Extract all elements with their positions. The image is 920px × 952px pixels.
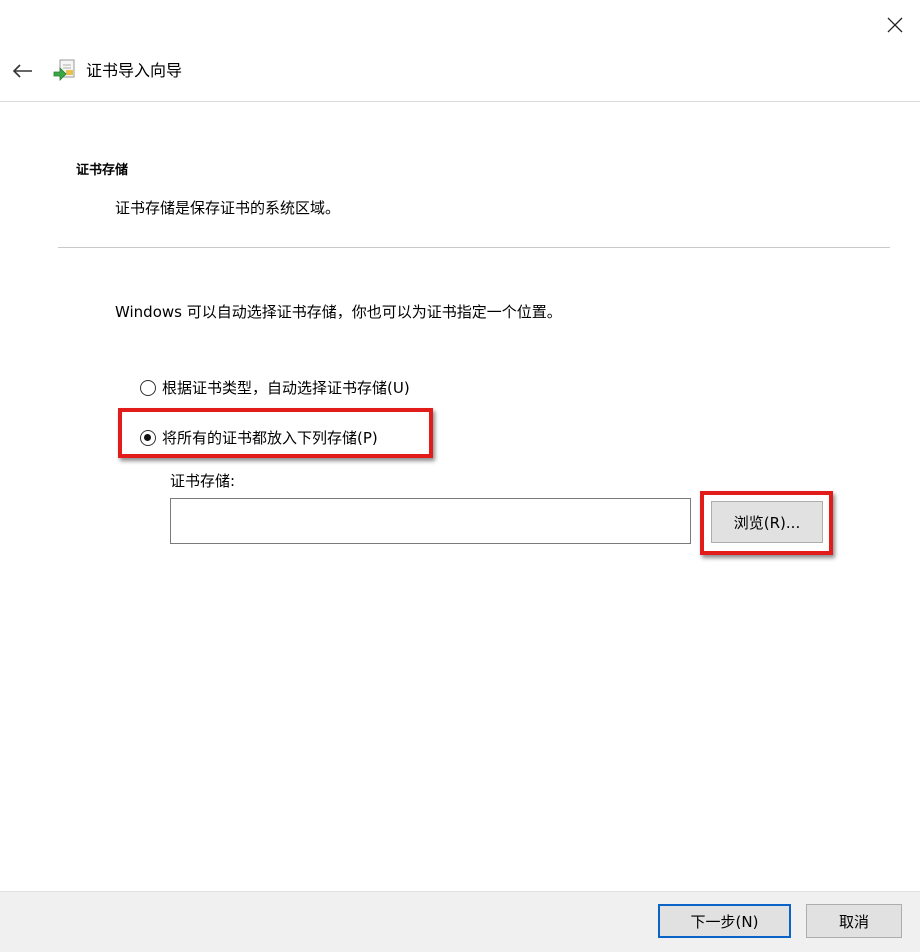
certificate-wizard-icon (52, 57, 78, 83)
back-button[interactable] (8, 56, 38, 86)
title-divider (0, 101, 920, 102)
store-field-label: 证书存储: (170, 472, 236, 490)
highlight-box-radio (118, 408, 433, 458)
section-description: 证书存储是保存证书的系统区域。 (115, 199, 341, 217)
back-arrow-icon (12, 64, 32, 78)
next-button[interactable]: 下一步(N) (658, 904, 791, 938)
window-title: 证书导入向导 (86, 61, 183, 80)
radio-label: 根据证书类型，自动选择证书存储(U) (162, 379, 410, 397)
radio-auto-select-store[interactable]: 根据证书类型，自动选择证书存储(U) (140, 377, 410, 399)
cancel-button[interactable]: 取消 (806, 904, 902, 938)
header-divider (58, 247, 890, 248)
section-title: 证书存储 (76, 163, 129, 178)
close-icon (887, 17, 903, 33)
radio-button-unchecked[interactable] (140, 380, 156, 396)
intro-text: Windows 可以自动选择证书存储，你也可以为证书指定一个位置。 (115, 303, 562, 321)
highlight-box-browse (700, 491, 833, 555)
certificate-store-input[interactable] (170, 498, 691, 544)
close-button[interactable] (878, 8, 912, 42)
